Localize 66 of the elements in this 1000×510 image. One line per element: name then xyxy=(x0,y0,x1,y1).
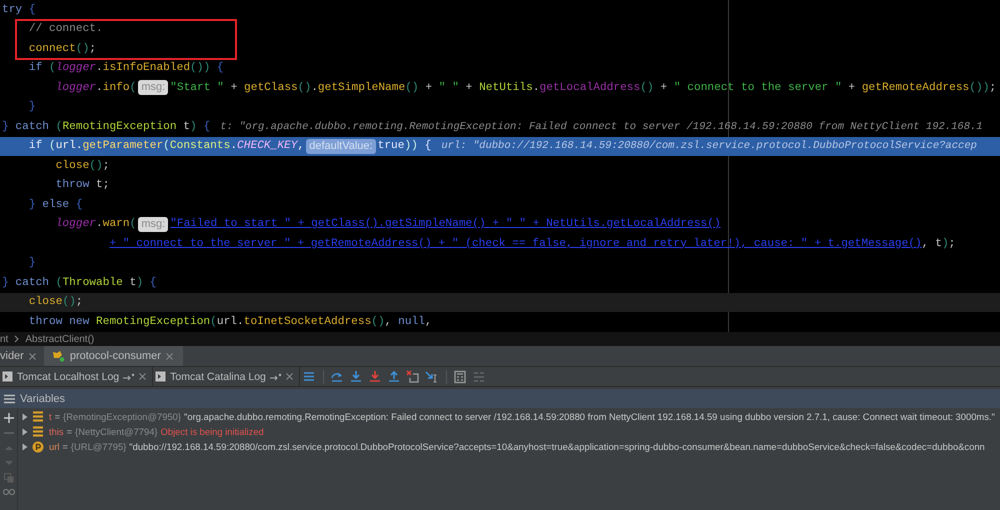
code-text: } catch (Throwable t) { xyxy=(2,276,156,291)
variable-type: {NettyClient@7794} xyxy=(75,426,158,437)
code-text: } xyxy=(28,100,36,116)
variable-value: Object is being initialized xyxy=(160,426,264,437)
debug-value: t: "org.apache.dubbo.remoting.RemotingException: Failed connect to server /192.168.14.59:20880 from NettyClient 192.168.1 xyxy=(220,120,983,135)
step-into-icon[interactable] xyxy=(349,370,364,384)
run-tab[interactable]: vider xyxy=(0,346,44,366)
field-icon xyxy=(32,411,44,422)
code-text: logger.warn( xyxy=(56,216,136,232)
code-text: if (url.getParameter(Constants.CHECK_KEY, xyxy=(28,138,304,154)
breadcrumb-item[interactable]: nt xyxy=(0,334,8,344)
list-icon xyxy=(4,394,15,404)
chevron-icon xyxy=(14,335,20,343)
code-text: } xyxy=(28,256,36,272)
log-tab[interactable]: Tomcat Catalina Log xyxy=(153,367,300,386)
step-out-icon[interactable] xyxy=(387,370,402,384)
code-text: // connect. xyxy=(28,22,103,38)
parameter-hint: msg: xyxy=(138,80,168,96)
code-text: try { xyxy=(2,2,36,18)
variable-name: t xyxy=(49,411,52,422)
equals-sign: = xyxy=(66,426,72,437)
code-text: close(); xyxy=(56,158,110,174)
code-text: if (logger.isInfoEnabled()) { xyxy=(28,60,224,76)
code-text: throw t; xyxy=(56,178,110,194)
drop-frame-icon[interactable] xyxy=(406,370,420,384)
variable-type: {RemotingException@7950} xyxy=(63,411,182,422)
close-icon[interactable] xyxy=(286,373,293,380)
trace-icon[interactable] xyxy=(472,370,486,384)
breadcrumb-item[interactable]: AbstractClient() xyxy=(25,334,94,344)
variable-name: url xyxy=(49,441,60,452)
calculator-icon[interactable] xyxy=(453,370,468,384)
variable-name: this xyxy=(49,426,64,437)
pin-icon[interactable] xyxy=(270,372,282,380)
run-tab[interactable]: protocol-consumer xyxy=(44,346,183,366)
glasses-icon[interactable] xyxy=(2,488,14,496)
pin-icon[interactable] xyxy=(123,372,136,380)
code-text: "Failed to start " + getClass().getSimpleName() + " " + NetUtils.getLocalAddress() xyxy=(170,216,721,232)
panel-title: Variables xyxy=(20,392,66,404)
field-icon xyxy=(32,426,44,437)
run-to-cursor-icon[interactable] xyxy=(425,370,440,384)
equals-sign: = xyxy=(54,411,60,422)
close-icon[interactable] xyxy=(166,352,173,360)
parameter-hint: msg: xyxy=(138,216,168,232)
code-text: } else { xyxy=(28,198,83,213)
code-text: + " connect to the server " + getRemoteAddress() + " (check == false, ignore and retry later!), cause: " + t.getMessage(), t); xyxy=(109,236,956,252)
close-icon[interactable] xyxy=(139,373,146,380)
debug-value: url: "dubbo://192.168.14.59:20880/com.zsl.service.protocol.DubboProtocolService?accep xyxy=(441,139,977,154)
variable-type: {URL@7795} xyxy=(70,441,126,452)
code-text: } catch (RemotingException t) { xyxy=(2,120,210,135)
console-icon xyxy=(155,371,166,382)
force-step-into-icon[interactable] xyxy=(368,370,382,384)
parameter-hint: defaultValue: xyxy=(306,138,376,154)
parameter-icon xyxy=(32,440,44,452)
code-text: "Start " + getClass().getSimpleName() + " " + NetUtils.getLocalAddress() + " connect to the server " + getRemoteAddress()); xyxy=(170,80,996,96)
add-icon[interactable] xyxy=(4,413,14,423)
close-icon[interactable] xyxy=(28,352,36,360)
code-text: throw new RemotingException(url.toInetSocketAddress(), null, xyxy=(28,314,432,330)
variable-value: "dubbo://192.168.14.59:20880/com.zsl.service.protocol.DubboProtocolService?accepts=10&anyhost=true&application=spring-dubbo-consumer&bean.name=dubboService&check=false&codec=dubbo&conn xyxy=(129,441,985,452)
code-text: logger.info( xyxy=(56,80,136,96)
code-text: true)) { xyxy=(378,138,432,154)
code-text: close(); xyxy=(28,294,83,310)
variable-value: "org.apache.dubbo.remoting.RemotingException: Failed connect to server /192.168.14.59:20880 from NettyClient 192.168.14.59 using dubbo version 2.7.1, cause: Connect wait timeout: 3000ms." xyxy=(184,411,995,422)
equals-sign: = xyxy=(62,441,68,452)
code-text: connect(); xyxy=(28,42,96,57)
list-icon[interactable] xyxy=(302,370,316,384)
log-tab[interactable]: Tomcat Localhost Log xyxy=(0,367,154,386)
